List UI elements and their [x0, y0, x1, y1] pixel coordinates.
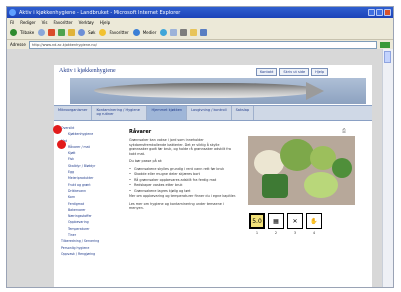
go-button[interactable] — [380, 41, 390, 48]
cross-icon[interactable]: ✕ — [287, 213, 303, 229]
mail-icon[interactable] — [170, 29, 178, 36]
media-icon[interactable] — [132, 29, 140, 36]
refresh-icon[interactable] — [58, 29, 66, 36]
hands-icon[interactable]: ✋ — [306, 213, 322, 229]
nav-tab-home-kitchen[interactable]: Hjemmet kjøkken — [147, 106, 188, 120]
annotation-dot — [57, 140, 66, 149]
vegetables-photo — [248, 136, 355, 205]
close-button[interactable] — [384, 9, 391, 16]
search-icon[interactable] — [78, 29, 86, 36]
brussels-sprouts — [304, 172, 338, 198]
toolbar: Tilbake Søk Favoritter Medier — [7, 26, 393, 40]
search-label[interactable]: Søk — [88, 30, 95, 35]
main-nav: Mikroorganismer Kontaminering / Hygiene … — [54, 105, 372, 121]
menu-tools[interactable]: Verktøy — [79, 20, 94, 25]
content-bullet: Rå grønnsaker oppbevares adskilt fra fer… — [129, 178, 239, 183]
main-content: Råvarer Grønnsaker kan vokse i jord som … — [129, 129, 239, 214]
scroll-thumb[interactable] — [384, 51, 391, 63]
vertical-scrollbar[interactable] — [382, 49, 393, 287]
minimize-button[interactable] — [368, 9, 375, 16]
browser-window: Aktiv i kjøkkenhygiene - Landbruket - Mi… — [6, 6, 394, 288]
content-bullet: Grønnsakene skylles grundig i rent vann … — [129, 167, 239, 172]
back-label[interactable]: Tilbake — [20, 30, 34, 35]
header-link-contact[interactable]: Kontakt — [256, 68, 278, 76]
green-box — [262, 174, 288, 198]
content-title: Råvarer — [129, 129, 152, 135]
content-outro-1: Mer om oppbevaring og temperaturer finne… — [129, 194, 236, 198]
stop-icon[interactable] — [48, 29, 56, 36]
title-bar: Aktiv i kjøkkenhygiene - Landbruket - Mi… — [7, 7, 393, 18]
site-title: Aktiv i kjøkkenhygiene — [59, 68, 116, 74]
symbol-number: 1 — [255, 231, 259, 235]
menu-help[interactable]: Hjelp — [100, 20, 110, 25]
header-link-help[interactable]: Hjelp — [311, 68, 329, 76]
address-label: Adresse — [10, 42, 26, 47]
symbol-row: 5.0 ▦ ✕ ✋ — [249, 213, 325, 229]
fish-body — [94, 83, 314, 98]
menu-edit[interactable]: Rediger — [20, 20, 35, 25]
media-label[interactable]: Medier — [143, 30, 157, 35]
page-viewport: Aktiv i kjøkkenhygiene Kontakt Skriv ut … — [7, 49, 383, 287]
fish-tail — [306, 82, 324, 100]
maximize-button[interactable] — [376, 9, 383, 16]
annotation-dot — [53, 125, 62, 134]
page-tools-icons[interactable]: ⎙ — [342, 128, 346, 134]
ie-logo-icon — [9, 9, 16, 16]
nav-tab-index[interactable]: Sakslap — [232, 106, 255, 120]
cabbage — [280, 139, 314, 171]
content-outro-2: Les mer om hygiene og kontaminering unde… — [129, 201, 224, 211]
symbol-number: 4 — [312, 231, 316, 235]
back-arrow-icon[interactable] — [10, 29, 17, 36]
fish-banner-image — [70, 78, 366, 104]
content-intro: Grønnsaker kan vokse i jord som innehold… — [129, 138, 231, 156]
menu-view[interactable]: Vis — [42, 20, 48, 25]
menu-file[interactable]: Fil — [10, 20, 14, 25]
nav-tab-microorganisms[interactable]: Mikroorganismer — [54, 106, 93, 120]
nav-tab-contamination[interactable]: Kontaminering / Hygiene og rutiner — [92, 106, 148, 120]
forward-arrow-icon[interactable] — [38, 29, 46, 36]
folder-icon[interactable] — [190, 29, 198, 36]
content-bullet: Grønnsakene lagres kjølig og tørt — [129, 189, 239, 194]
menu-bar: Fil Rediger Vis Favoritter Verktøy Hjelp — [7, 18, 393, 26]
sidebar-menu: OversiktKjøkkenhygieneMatRåvarer / matKj… — [58, 125, 116, 257]
header-link-print[interactable]: Skriv ut side — [279, 68, 310, 76]
symbol-number: 2 — [274, 231, 278, 235]
symbol-number: 3 — [293, 231, 297, 235]
menu-favorites[interactable]: Favoritter — [53, 20, 72, 25]
history-icon[interactable] — [160, 29, 168, 36]
sidebar-item[interactable]: Oppvask / Rengjøring — [58, 251, 116, 257]
web-page: Aktiv i kjøkkenhygiene Kontakt Skriv ut … — [53, 65, 372, 287]
symbol-numbers: 1 2 3 4 — [249, 231, 325, 235]
content-bullets: Grønnsakene skylles grundig i rent vann … — [129, 167, 239, 194]
lettuce — [332, 158, 352, 178]
favorites-star-icon[interactable] — [99, 29, 107, 36]
window-title: Aktiv i kjøkkenhygiene - Landbruket - Mi… — [19, 9, 181, 16]
plate-icon[interactable]: ▦ — [268, 213, 284, 229]
content-bullet: Redskaper vaskes etter bruk — [129, 183, 239, 188]
header-links: Kontakt Skriv ut side Hjelp — [254, 68, 329, 76]
nav-tab-legislation[interactable]: Lovgivning / kontroll — [187, 106, 232, 120]
content-subhead: Du bør passe på at: — [129, 159, 163, 163]
print-icon[interactable] — [180, 29, 188, 36]
thermometer-icon[interactable]: 5.0 — [249, 213, 265, 229]
content-bullet: Skadde eller mugne deler skjæres bort — [129, 172, 239, 177]
home-icon[interactable] — [68, 29, 76, 36]
favorites-label[interactable]: Favoritter — [109, 30, 128, 35]
address-input[interactable]: http://www.nd.ac.kjokkenhygiene.no/ — [28, 40, 377, 49]
messenger-icon[interactable] — [200, 29, 208, 36]
